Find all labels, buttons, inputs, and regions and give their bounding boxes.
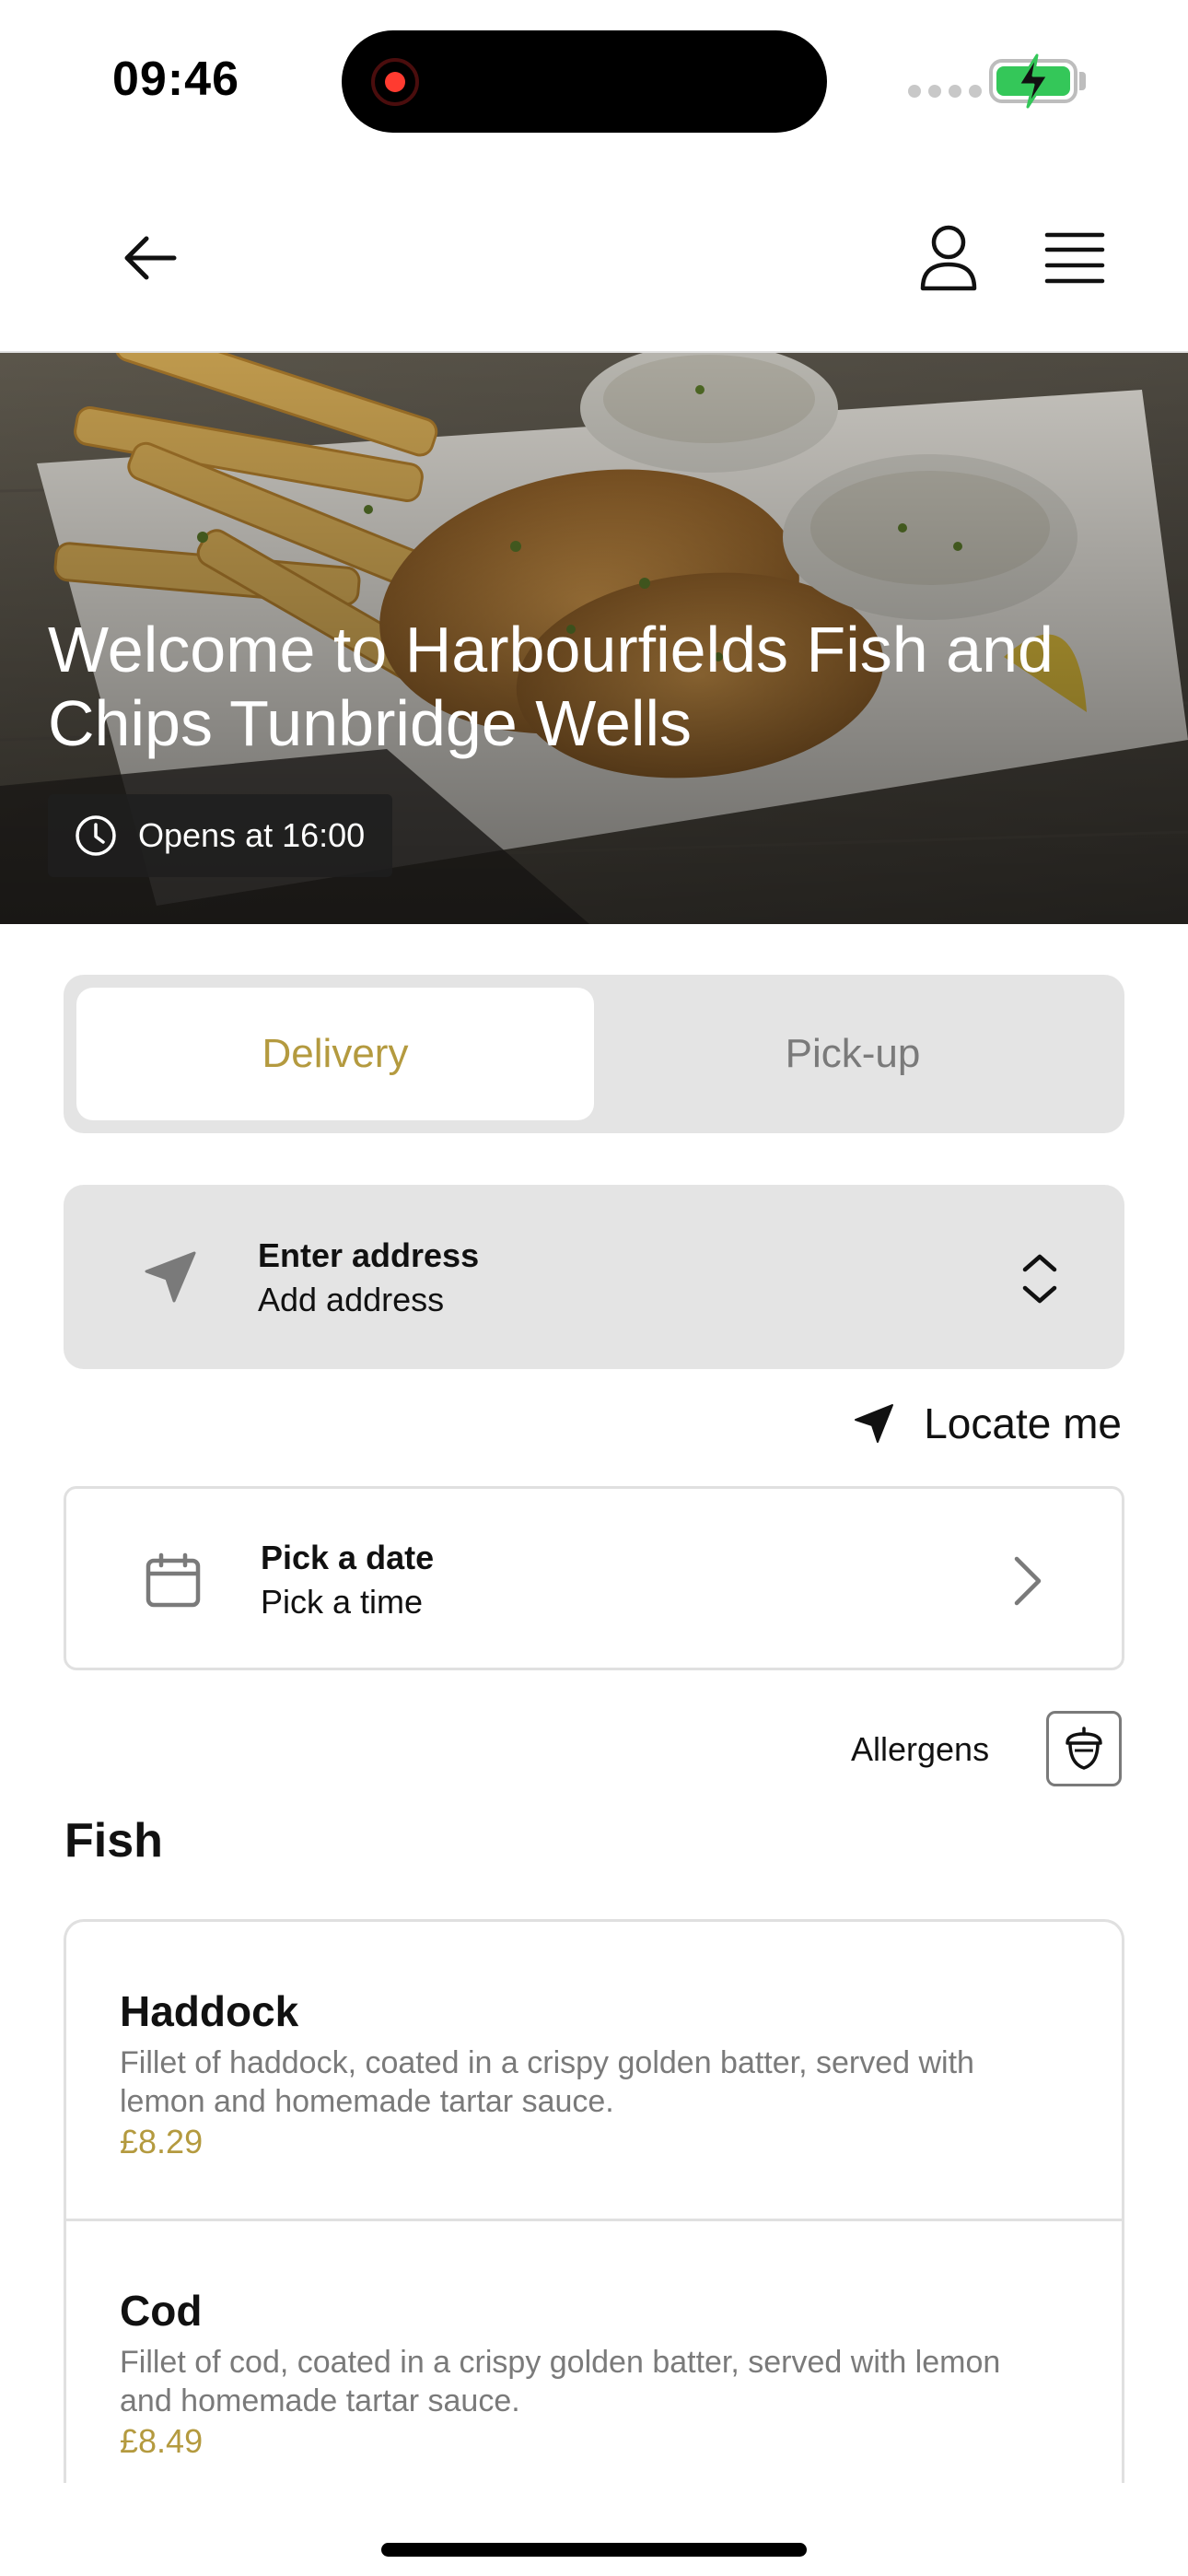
schedule-text: Pick a date Pick a time bbox=[261, 1539, 434, 1622]
allergens-button[interactable] bbox=[1046, 1711, 1122, 1786]
navigation-arrow-icon bbox=[855, 1404, 894, 1443]
charging-bolt-icon bbox=[1017, 53, 1050, 109]
clock-icon bbox=[76, 815, 116, 856]
date-time-picker[interactable]: Pick a date Pick a time bbox=[64, 1486, 1124, 1670]
home-indicator[interactable] bbox=[381, 2543, 807, 2557]
menu-item-list: Haddock Fillet of haddock, coated in a c… bbox=[64, 1919, 1124, 2483]
item-price: £8.49 bbox=[120, 2422, 204, 2460]
top-nav-bar bbox=[0, 161, 1188, 353]
tab-pickup[interactable]: Pick-up bbox=[594, 988, 1112, 1120]
chevron-right-icon bbox=[1014, 1556, 1042, 1606]
allergens-label: Allergens bbox=[851, 1730, 990, 1768]
recording-indicator-icon bbox=[371, 58, 419, 106]
user-icon bbox=[920, 225, 977, 291]
tab-delivery[interactable]: Delivery bbox=[76, 988, 594, 1120]
menu-button[interactable] bbox=[1033, 217, 1116, 299]
address-selector[interactable]: Enter address Add address bbox=[64, 1185, 1124, 1369]
address-subtitle: Add address bbox=[258, 1281, 445, 1318]
account-button[interactable] bbox=[907, 217, 990, 299]
order-type-toggle: Delivery Pick-up bbox=[64, 975, 1124, 1133]
battery-tip bbox=[1079, 72, 1086, 90]
status-time: 09:46 bbox=[112, 53, 239, 106]
item-description: Fillet of haddock, coated in a crispy go… bbox=[120, 2045, 974, 2119]
opening-hours-text: Opens at 16:00 bbox=[138, 816, 366, 854]
status-bar: 09:46 bbox=[0, 0, 1188, 161]
item-name: Haddock bbox=[120, 1987, 299, 2035]
arrow-left-icon bbox=[124, 236, 177, 280]
schedule-date-label: Pick a date bbox=[261, 1539, 435, 1576]
menu-item-haddock[interactable]: Haddock Fillet of haddock, coated in a c… bbox=[66, 1922, 1122, 2221]
menu-item-cod[interactable]: Cod Fillet of cod, coated in a crispy go… bbox=[66, 2221, 1122, 2483]
locate-me-button[interactable]: Locate me bbox=[852, 1399, 1122, 1448]
address-text: Enter address Add address bbox=[258, 1236, 479, 1319]
item-name: Cod bbox=[120, 2287, 203, 2335]
acorn-icon bbox=[1066, 1727, 1102, 1770]
hamburger-icon bbox=[1044, 232, 1105, 284]
opening-hours-badge: Opens at 16:00 bbox=[48, 794, 393, 877]
back-button[interactable] bbox=[109, 217, 192, 299]
chevron-up-down-icon bbox=[1022, 1254, 1057, 1304]
schedule-time-label: Pick a time bbox=[261, 1583, 424, 1621]
item-description: Fillet of cod, coated in a crispy golden… bbox=[120, 2345, 1001, 2418]
cellular-signal-icon bbox=[908, 85, 982, 98]
address-title: Enter address bbox=[258, 1236, 480, 1274]
location-arrow-icon bbox=[132, 1238, 209, 1316]
restaurant-title: Welcome to Harbourfields Fish and Chips … bbox=[48, 614, 1054, 759]
dynamic-island bbox=[342, 30, 827, 133]
locate-me-label: Locate me bbox=[924, 1399, 1122, 1447]
menu-section-title: Fish bbox=[64, 1814, 163, 1868]
hero-banner: Welcome to Harbourfields Fish and Chips … bbox=[0, 353, 1188, 924]
item-price: £8.29 bbox=[120, 2123, 204, 2160]
calendar-icon bbox=[134, 1542, 212, 1620]
